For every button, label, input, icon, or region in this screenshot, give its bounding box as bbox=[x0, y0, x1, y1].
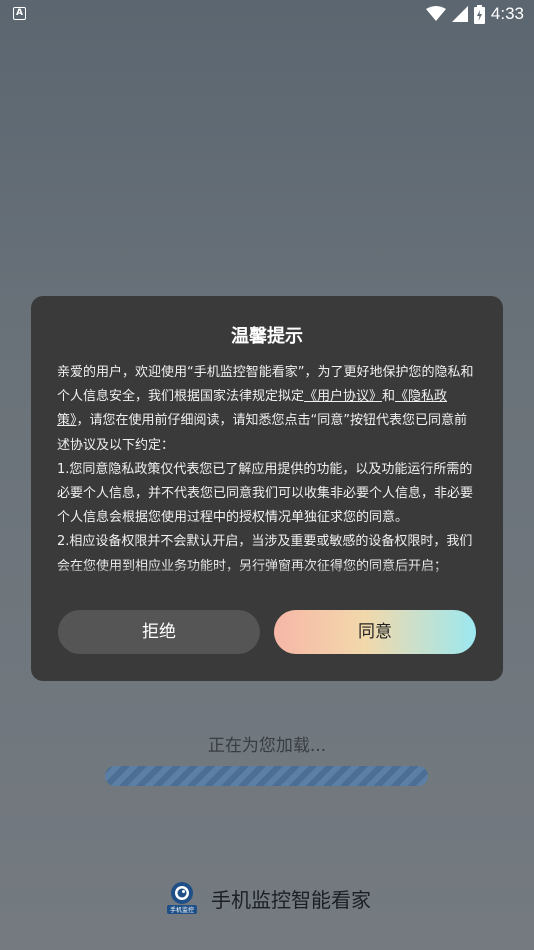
logo-caption: 手机监控 bbox=[170, 906, 194, 914]
loading-text: 正在为您加载... bbox=[207, 736, 327, 756]
status-icons: 4:33 bbox=[425, 4, 524, 24]
app-logo: 手机监控 bbox=[163, 880, 201, 916]
agree-button[interactable]: 同意 bbox=[274, 610, 476, 654]
dialog-body: 亲爱的用户，欢迎使用“手机监控智能看家”，为了更好地保护您的隐私和个人信息安全，… bbox=[57, 361, 477, 581]
dialog-intro: 亲爱的用户，欢迎使用“手机监控智能看家”，为了更好地保护您的隐私和个人信息安全，… bbox=[57, 361, 477, 458]
loading-progress-fill bbox=[105, 766, 428, 786]
dialog-item-1: 1.您同意隐私政策仅代表您已了解应用提供的功能，以及功能运行所需的必要个人信息，… bbox=[57, 461, 474, 526]
notification-a-icon: A bbox=[13, 7, 26, 20]
privacy-dialog: 温馨提示 亲爱的用户，欢迎使用“手机监控智能看家”，为了更好地保护您的隐私和个人… bbox=[31, 296, 503, 681]
user-agreement-link[interactable]: 《用户协议》 bbox=[304, 389, 382, 404]
dialog-title: 温馨提示 bbox=[231, 326, 303, 347]
status-bar: A 4:33 bbox=[0, 0, 534, 28]
battery-icon bbox=[473, 4, 485, 24]
body-fade bbox=[57, 564, 477, 582]
reject-button[interactable]: 拒绝 bbox=[58, 610, 260, 654]
intro-text-2: ，请您在使用前仔细阅读，请知悉您点击“同意”按钮代表您已同意前述协议及以下约定： bbox=[57, 413, 467, 453]
wifi-icon bbox=[425, 6, 446, 21]
app-name: 手机监控智能看家 bbox=[211, 887, 371, 912]
brand-footer: 手机监控 手机监控智能看家 bbox=[0, 880, 534, 916]
and-text: 和 bbox=[382, 389, 396, 405]
camera-logo-icon: 手机监控 bbox=[167, 882, 197, 914]
clock: 4:33 bbox=[490, 4, 524, 23]
loading-progress-bar bbox=[105, 766, 428, 786]
signal-icon bbox=[451, 6, 468, 22]
